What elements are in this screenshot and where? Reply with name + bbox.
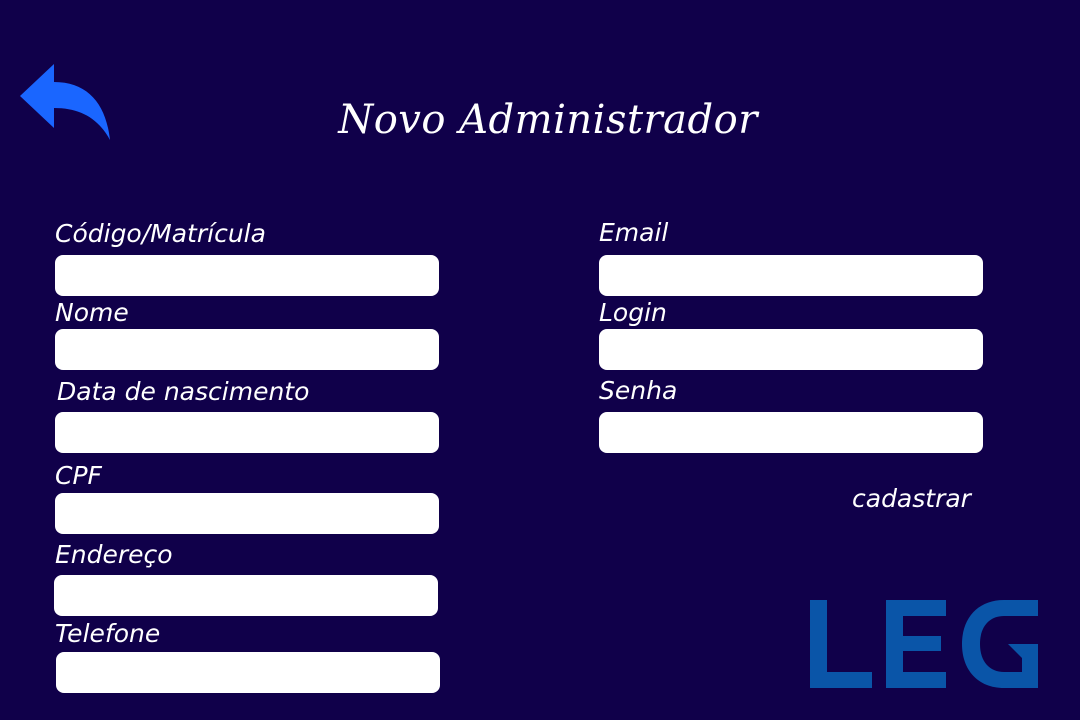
password-label: Senha xyxy=(599,376,678,405)
email-label: Email xyxy=(599,218,669,247)
code-field[interactable] xyxy=(55,255,439,296)
birthdate-field[interactable] xyxy=(55,412,439,453)
cpf-label: CPF xyxy=(55,461,102,490)
phone-field[interactable] xyxy=(56,652,440,693)
register-button[interactable]: cadastrar xyxy=(852,484,971,514)
name-label: Nome xyxy=(55,298,129,327)
email-field[interactable] xyxy=(599,255,983,296)
new-admin-screen: Novo Administrador Código/Matrícula Nome… xyxy=(0,0,1080,720)
leg-logo xyxy=(806,598,1046,692)
name-field[interactable] xyxy=(55,329,439,370)
birthdate-label: Data de nascimento xyxy=(57,377,310,406)
login-field[interactable] xyxy=(599,329,983,370)
address-field[interactable] xyxy=(54,575,438,616)
password-field[interactable] xyxy=(599,412,983,453)
login-label: Login xyxy=(599,298,667,327)
address-label: Endereço xyxy=(55,540,173,569)
code-label: Código/Matrícula xyxy=(55,219,266,248)
phone-label: Telefone xyxy=(55,619,161,648)
cpf-field[interactable] xyxy=(55,493,439,534)
page-title: Novo Administrador xyxy=(338,97,758,143)
